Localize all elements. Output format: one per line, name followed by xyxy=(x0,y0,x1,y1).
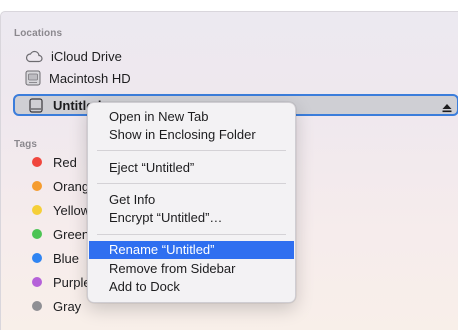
sidebar-tag-gray[interactable]: Gray xyxy=(32,296,81,316)
hard-drive-icon xyxy=(25,70,41,86)
sidebar-item-label: Red xyxy=(53,154,77,170)
sidebar-item-label: Yellow xyxy=(53,202,91,218)
tag-color-dot xyxy=(32,229,42,239)
sidebar-tag-green[interactable]: Green xyxy=(32,224,89,244)
sidebar-item-macintosh-hd[interactable]: Macintosh HD xyxy=(25,68,131,88)
sidebar-item-label: Macintosh HD xyxy=(49,70,131,86)
menu-item-eject[interactable]: Eject “Untitled” xyxy=(88,159,295,177)
menu-item-remove-from-sidebar[interactable]: Remove from Sidebar xyxy=(88,260,295,278)
sidebar-item-label: Blue xyxy=(53,250,80,266)
sidebar-tag-red[interactable]: Red xyxy=(32,152,77,172)
tags-header: Tags xyxy=(14,139,37,150)
sidebar-tag-blue[interactable]: Blue xyxy=(32,248,79,268)
locations-header: Locations xyxy=(14,28,63,39)
menu-separator xyxy=(97,150,286,151)
menu-item-get-info[interactable]: Get Info xyxy=(88,191,295,209)
menu-item-add-to-dock[interactable]: Add to Dock xyxy=(88,278,295,296)
cloud-icon xyxy=(25,49,43,63)
menu-separator xyxy=(97,183,286,184)
sidebar-item-label: Purple xyxy=(53,274,91,290)
sidebar-item-label: iCloud Drive xyxy=(51,48,122,64)
tag-color-dot xyxy=(32,301,42,311)
context-menu: Open in New Tab Show in Enclosing Folder… xyxy=(87,102,296,303)
sidebar-tag-yellow[interactable]: Yellow xyxy=(32,200,90,220)
tag-color-dot xyxy=(32,277,42,287)
external-drive-icon xyxy=(29,98,43,114)
sidebar-tag-purple[interactable]: Purple xyxy=(32,272,91,292)
sidebar-item-icloud-drive[interactable]: iCloud Drive xyxy=(25,46,122,66)
tag-color-dot xyxy=(32,253,42,263)
tag-color-dot xyxy=(32,157,42,167)
tag-color-dot xyxy=(32,205,42,215)
menu-item-encrypt[interactable]: Encrypt “Untitled”… xyxy=(88,209,295,227)
menu-item-open-in-new-tab[interactable]: Open in New Tab xyxy=(88,108,295,126)
menu-item-show-in-enclosing-folder[interactable]: Show in Enclosing Folder xyxy=(88,126,295,144)
tag-color-dot xyxy=(32,181,42,191)
menu-item-rename[interactable]: Rename “Untitled” xyxy=(89,241,294,259)
sidebar-item-label: Gray xyxy=(53,298,82,314)
eject-icon[interactable] xyxy=(442,100,452,113)
menu-separator xyxy=(97,234,286,235)
sidebar-item-label: Green xyxy=(53,226,90,242)
